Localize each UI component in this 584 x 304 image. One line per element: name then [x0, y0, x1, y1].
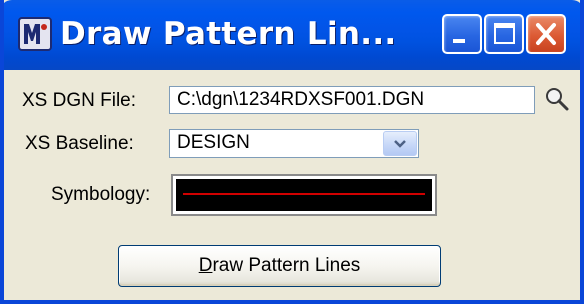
window-title: Draw Pattern Lin...	[60, 16, 397, 52]
magnifier-icon[interactable]	[544, 86, 570, 112]
symbology-label: Symbology:	[51, 184, 151, 205]
close-icon	[536, 23, 556, 45]
close-button[interactable]	[526, 14, 566, 54]
chevron-down-icon	[394, 140, 406, 148]
maximize-button[interactable]	[484, 14, 524, 54]
minimize-icon	[453, 39, 465, 43]
xs-dgn-file-input[interactable]: C:\dgn\1234RDXSF001.DGN	[169, 86, 535, 114]
title-bar[interactable]: Draw Pattern Lin...	[4, 0, 580, 70]
button-mnemonic: D	[198, 255, 213, 276]
button-label: raw Pattern Lines	[212, 255, 361, 276]
xs-dgn-file-label: XS DGN File:	[22, 90, 137, 111]
symbology-line-preview	[183, 193, 425, 195]
xs-baseline-dropdown[interactable]: DESIGN	[169, 129, 419, 158]
draw-pattern-lines-button[interactable]: Draw Pattern Lines	[118, 245, 441, 287]
dialog-window: Draw Pattern Lin... XS DGN File: C:\dgn\…	[0, 0, 584, 304]
xs-baseline-value: DESIGN	[177, 132, 250, 153]
maximize-icon	[494, 23, 515, 44]
microstation-icon	[18, 17, 52, 51]
symbology-swatch[interactable]	[171, 174, 437, 216]
minimize-button[interactable]	[442, 14, 482, 54]
dropdown-arrow-button[interactable]	[383, 131, 417, 156]
dialog-content: XS DGN File: C:\dgn\1234RDXSF001.DGN XS …	[4, 70, 580, 300]
xs-baseline-label: XS Baseline:	[25, 133, 134, 154]
